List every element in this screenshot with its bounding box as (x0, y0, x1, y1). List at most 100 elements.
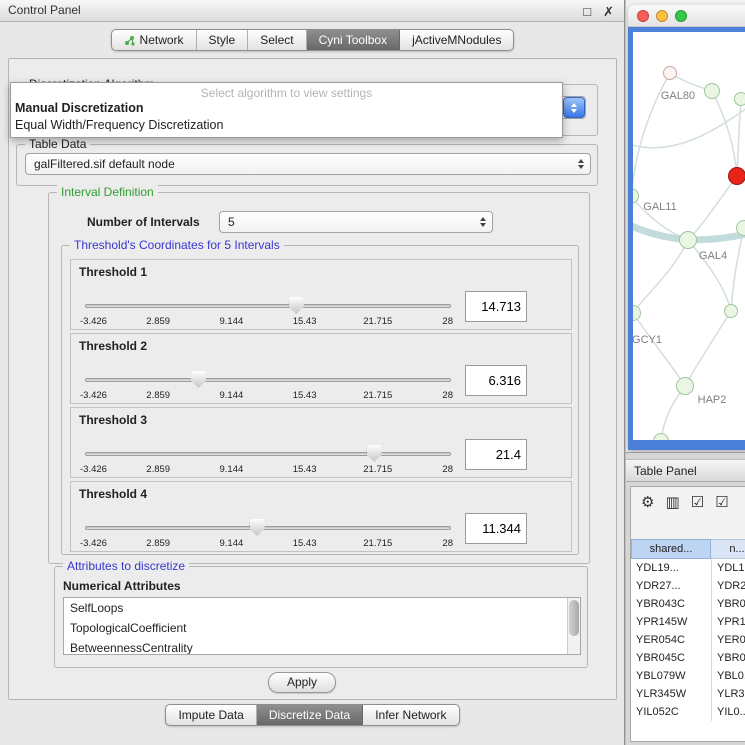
slider-track[interactable] (85, 526, 451, 530)
threshold-value-input[interactable] (465, 365, 527, 396)
table-row[interactable]: YIL052CYIL0... (631, 703, 745, 721)
tick-label: 2.859 (146, 538, 170, 549)
threshold-value-input[interactable] (465, 439, 527, 470)
table-rows: YDL19...YDL1...YDR27...YDR2...YBR043CYBR… (631, 559, 745, 741)
table-row[interactable]: YER054CYER0... (631, 631, 745, 649)
columns-icon[interactable]: ▥ (665, 495, 679, 510)
float-window-icon[interactable]: □ (583, 1, 591, 22)
combobox-arrows-icon[interactable] (563, 97, 585, 118)
cell-name: YER0... (711, 631, 745, 649)
threshold-slider[interactable] (85, 297, 451, 315)
hide-column-icon[interactable]: ☑ (715, 495, 728, 510)
tick-label: 28 (442, 316, 453, 327)
column-header-name[interactable]: n... (711, 539, 745, 559)
threshold-value-input[interactable] (465, 513, 527, 544)
table-header-row: shared... n... (631, 539, 745, 559)
slider-track[interactable] (85, 304, 451, 308)
tab-network[interactable]: Network (112, 30, 197, 50)
table-panel-title: Table Panel (626, 459, 745, 482)
table-row[interactable]: YBL079WYBL0... (631, 667, 745, 685)
attribute-list-item[interactable]: BetweennessCentrality (64, 638, 580, 655)
scrollbar-thumb[interactable] (569, 600, 579, 636)
bottom-tab-bar: Impute Data Discretize Data Infer Network (165, 704, 459, 726)
dropdown-item[interactable]: Manual Discretization (11, 100, 562, 117)
tab-jactivemnodules[interactable]: jActiveMNodules (400, 30, 513, 50)
slider-thumb[interactable] (289, 297, 304, 314)
num-intervals-spinner[interactable]: 5 (219, 211, 493, 233)
network-node[interactable] (676, 377, 694, 395)
tick-label: 15.43 (293, 538, 317, 549)
control-panel: Control Panel □ ✗ NetworkStyleSelectCyni… (0, 0, 625, 745)
apply-button[interactable]: Apply (268, 672, 336, 693)
threshold-slider[interactable] (85, 519, 451, 537)
network-node[interactable] (663, 66, 677, 80)
tab-discretize-data[interactable]: Discretize Data (257, 705, 363, 725)
tick-label: -3.426 (80, 316, 107, 327)
tab-cyni-toolbox[interactable]: Cyni Toolbox (307, 30, 400, 50)
network-node[interactable] (724, 304, 738, 318)
zoom-traffic-light-icon[interactable] (675, 10, 687, 22)
network-node[interactable] (736, 220, 745, 236)
slider-scale: -3.4262.8599.14415.4321.71528 (85, 390, 451, 402)
threshold-panel: Threshold 1-3.4262.8599.14415.4321.71528 (70, 259, 572, 330)
network-node[interactable] (679, 231, 697, 249)
control-panel-titlebar: Control Panel □ ✗ (0, 0, 624, 22)
tab-select[interactable]: Select (248, 30, 306, 50)
tick-label: 28 (442, 538, 453, 549)
table-row[interactable]: YDR27...YDR2... (631, 577, 745, 595)
tick-label: 15.43 (293, 390, 317, 401)
network-node[interactable] (734, 92, 745, 106)
slider-thumb[interactable] (367, 445, 382, 462)
slider-track[interactable] (85, 452, 451, 456)
numerical-attributes-label: Numerical Attributes (63, 579, 181, 593)
threshold-slider[interactable] (85, 445, 451, 463)
cell-name: YPR1... (711, 613, 745, 631)
minimize-traffic-light-icon[interactable] (656, 10, 668, 22)
algorithm-dropdown-popup: Select algorithm to view settings Manual… (10, 82, 563, 138)
table-row[interactable]: YDL19...YDL1... (631, 559, 745, 577)
cell-shared-name: YIL052C (631, 703, 711, 721)
attribute-list-item[interactable]: TopologicalCoefficient (64, 618, 580, 638)
cell-shared-name: YDL19... (631, 559, 711, 577)
table-data-combobox[interactable]: galFiltered.sif default node (25, 153, 591, 175)
show-column-icon[interactable]: ☑ (691, 495, 704, 510)
network-canvas[interactable]: GAL80GAL11GAL4GCY1HAP2 (633, 32, 745, 440)
cell-shared-name: YER054C (631, 631, 711, 649)
table-row[interactable]: YLR345WYLR3... (631, 685, 745, 703)
listbox-scrollbar[interactable] (567, 598, 580, 654)
network-node-label: GAL80 (661, 90, 695, 102)
tab-infer-network[interactable]: Infer Network (363, 705, 458, 725)
table-row[interactable]: YBR043CYBR0... (631, 595, 745, 613)
network-node[interactable] (704, 83, 720, 99)
tick-label: -3.426 (80, 538, 107, 549)
tick-label: 28 (442, 464, 453, 475)
close-traffic-light-icon[interactable] (637, 10, 649, 22)
tick-label: 9.144 (220, 538, 244, 549)
slider-thumb[interactable] (191, 371, 206, 388)
slider-thumb[interactable] (250, 519, 265, 536)
attributes-listbox[interactable]: SelfLoopsTopologicalCoefficientBetweenne… (63, 597, 581, 655)
settings-icon[interactable]: ⚙ (641, 495, 654, 510)
attribute-list-item[interactable]: SelfLoops (64, 598, 580, 618)
column-header-shared-name[interactable]: shared... (631, 539, 711, 559)
close-panel-icon[interactable]: ✗ (603, 1, 614, 22)
tab-style[interactable]: Style (197, 30, 249, 50)
table-row[interactable]: YBR045CYBR0... (631, 649, 745, 667)
tick-label: -3.426 (80, 390, 107, 401)
threshold-value-input[interactable] (465, 291, 527, 322)
tab-impute-data[interactable]: Impute Data (166, 705, 256, 725)
tick-label: -3.426 (80, 464, 107, 475)
tab-label: Discretize Data (269, 708, 350, 722)
threshold-panels: Threshold 1-3.4262.8599.14415.4321.71528… (70, 259, 572, 552)
table-row[interactable]: YPR145WYPR1... (631, 613, 745, 631)
right-panel-area: GAL80GAL11GAL4GCY1HAP2 Table Panel ⚙▥☑☑ … (626, 0, 745, 745)
cell-shared-name: YBR043C (631, 595, 711, 613)
network-node[interactable] (728, 167, 745, 185)
tick-label: 28 (442, 390, 453, 401)
threshold-label: Threshold 2 (79, 339, 147, 353)
dropdown-item[interactable]: Equal Width/Frequency Discretization (11, 117, 562, 134)
threshold-slider[interactable] (85, 371, 451, 389)
cell-name: YLR3... (711, 685, 745, 703)
slider-track[interactable] (85, 378, 451, 382)
interval-definition-group: Interval Definition Number of Intervals … (48, 192, 590, 564)
